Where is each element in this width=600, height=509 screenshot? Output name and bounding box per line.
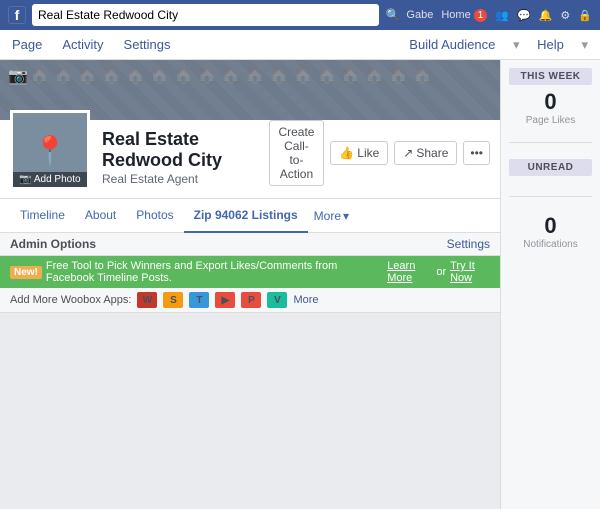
- apps-more-link[interactable]: More: [293, 294, 318, 306]
- nav-right: Build Audience ▾ Help ▾: [397, 37, 590, 53]
- profile-picture: 📍 📷 Add Photo: [10, 110, 90, 190]
- cover-icon: 🏠: [341, 66, 361, 114]
- notifications-count: 0: [509, 213, 592, 239]
- cover-icon: 🏠: [173, 66, 193, 114]
- cover-icon: 🏠: [413, 66, 433, 114]
- cover-icon: 🏠: [293, 66, 313, 114]
- notifications-label: Notifications: [509, 239, 592, 250]
- profile-pin-icon: 📍: [33, 134, 68, 167]
- profile-subtitle: Real Estate Agent: [102, 172, 269, 186]
- cover-icon: 🏠: [150, 66, 170, 114]
- thumbs-up-icon: 👍: [339, 146, 354, 160]
- unread-section: UNREAD: [509, 159, 592, 180]
- new-badge: New!: [10, 266, 42, 279]
- sidebar-divider-2: [509, 196, 592, 197]
- messages-icon[interactable]: 💬: [517, 9, 531, 22]
- cover-icon: 🏠: [221, 66, 241, 114]
- tabs-bar: Timeline About Photos Zip 94062 Listings…: [0, 199, 500, 233]
- app-icon-2[interactable]: S: [163, 292, 183, 308]
- cover-icon: 🏠: [269, 66, 289, 114]
- settings-icon[interactable]: ⚙: [560, 9, 570, 22]
- page-likes-label: Page Likes: [509, 115, 592, 126]
- cover-camera-icon[interactable]: 📷: [8, 66, 28, 86]
- tab-zip-listings[interactable]: Zip 94062 Listings: [184, 199, 308, 233]
- cover-icon: 🏠: [126, 66, 146, 114]
- unread-heading: UNREAD: [509, 159, 592, 176]
- help-link[interactable]: Help: [535, 31, 566, 58]
- cover-icon: 🏠: [365, 66, 385, 114]
- app-icon-pinterest[interactable]: P: [241, 292, 261, 308]
- friends-icon[interactable]: 👥: [495, 9, 509, 22]
- notifications-section: 0 Notifications: [509, 213, 592, 250]
- learn-more-link[interactable]: Learn More: [387, 260, 432, 284]
- tab-timeline[interactable]: Timeline: [10, 199, 75, 233]
- profile-section: 📍 📷 Add Photo Real Estate Redwood City R…: [0, 120, 500, 199]
- admin-bar: Admin Options Settings: [0, 233, 500, 256]
- tab-photos[interactable]: Photos: [126, 199, 183, 233]
- top-right-nav: Gabe Home 1 👥 💬 🔔 ⚙ 🔒: [406, 9, 592, 22]
- top-bar: f 🔍 Gabe Home 1 👥 💬 🔔 ⚙ 🔒: [0, 0, 600, 30]
- build-audience-link[interactable]: Build Audience: [407, 31, 497, 58]
- share-button[interactable]: ↗ Share: [394, 141, 457, 165]
- admin-options-label: Admin Options: [10, 237, 96, 251]
- nav-bar: Page Activity Settings Build Audience ▾ …: [0, 30, 600, 60]
- cover-icon: 🏠: [30, 66, 50, 114]
- tab-about[interactable]: About: [75, 199, 126, 233]
- search-input[interactable]: [32, 4, 379, 26]
- lock-icon[interactable]: 🔒: [578, 9, 592, 22]
- cover-icon: 🏠: [78, 66, 98, 114]
- nav-activity[interactable]: Activity: [60, 31, 105, 58]
- app-icon-5[interactable]: V: [267, 292, 287, 308]
- main-content: 🏠 🏠 🏠 🏠 🏠 🏠 🏠 🏠 🏠 🏠 🏠 🏠 🏠 🏠 🏠 🏠 🏠 🏠: [0, 60, 500, 509]
- apps-row: Add More Woobox Apps: W S T ▶ P V More: [0, 288, 500, 313]
- app-icon-4[interactable]: ▶: [215, 292, 235, 308]
- this-week-heading: THIS WEEK: [509, 68, 592, 85]
- app-icon-3[interactable]: T: [189, 292, 209, 308]
- woobox-banner: New! Free Tool to Pick Winners and Expor…: [0, 256, 500, 288]
- home-link[interactable]: Home 1: [441, 9, 487, 21]
- cover-icon: 🏠: [389, 66, 409, 114]
- nav-page[interactable]: Page: [10, 31, 44, 58]
- cover-icon: 🏠: [54, 66, 74, 114]
- woobox-message: Free Tool to Pick Winners and Export Lik…: [46, 260, 383, 284]
- this-week-section: THIS WEEK 0 Page Likes: [509, 68, 592, 126]
- create-cta-button[interactable]: Create Call-to-Action: [269, 120, 325, 186]
- page-likes-count: 0: [509, 89, 592, 115]
- try-now-link[interactable]: Try It Now: [450, 260, 490, 284]
- content-wrapper: 🏠 🏠 🏠 🏠 🏠 🏠 🏠 🏠 🏠 🏠 🏠 🏠 🏠 🏠 🏠 🏠 🏠 🏠: [0, 60, 600, 509]
- notifications-icon[interactable]: 🔔: [539, 9, 553, 22]
- chevron-down-icon: ▾: [343, 209, 349, 223]
- app-icon-1[interactable]: W: [137, 292, 157, 308]
- add-photo-button[interactable]: 📷 Add Photo: [13, 172, 87, 187]
- camera-icon: 📷: [19, 174, 31, 185]
- profile-info: Real Estate Redwood City Real Estate Age…: [102, 129, 269, 190]
- cover-icon: 🏠: [102, 66, 122, 114]
- sidebar-divider-1: [509, 142, 592, 143]
- home-count: 1: [474, 9, 488, 22]
- more-button[interactable]: •••: [463, 141, 490, 165]
- facebook-logo: f: [8, 6, 26, 24]
- share-icon: ↗: [403, 146, 413, 160]
- apps-row-label: Add More Woobox Apps:: [10, 294, 131, 306]
- user-profile-link[interactable]: Gabe: [406, 9, 433, 21]
- right-sidebar: THIS WEEK 0 Page Likes UNREAD 0 Notifica…: [500, 60, 600, 509]
- nav-settings[interactable]: Settings: [122, 31, 173, 58]
- cover-icon: 🏠: [317, 66, 337, 114]
- cover-icon: 🏠: [245, 66, 265, 114]
- search-button[interactable]: 🔍: [385, 8, 400, 22]
- woobox-separator: or: [436, 266, 446, 278]
- tab-more[interactable]: More ▾: [308, 201, 355, 231]
- profile-name: Real Estate Redwood City: [102, 129, 269, 172]
- cover-icon: 🏠: [197, 66, 217, 114]
- like-button[interactable]: 👍 Like: [330, 141, 388, 165]
- profile-actions: Create Call-to-Action 👍 Like ↗ Share •••: [269, 120, 490, 190]
- admin-settings-link[interactable]: Settings: [447, 237, 490, 251]
